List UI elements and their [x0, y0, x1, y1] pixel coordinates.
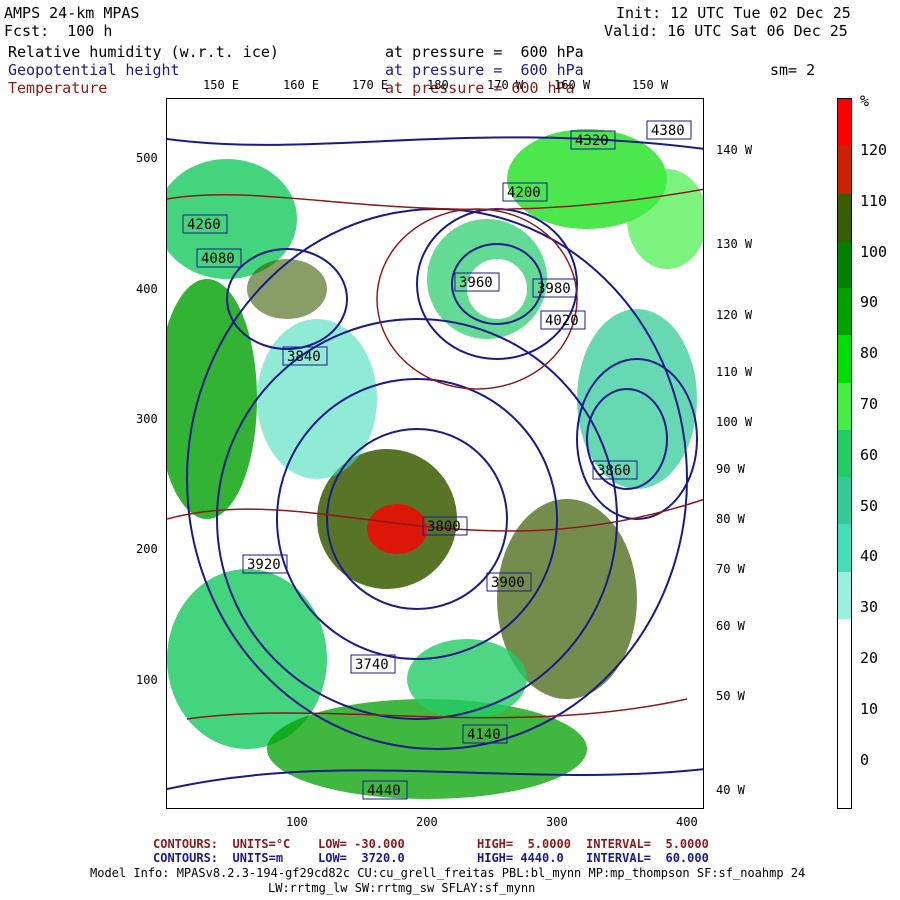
colorbar-segment: [838, 618, 851, 667]
field-rh-name: Relative humidity (w.r.t. ice): [8, 43, 279, 61]
map-plot-area: 4380 4320 4200 4260 4080 3960 3980 4020 …: [166, 98, 704, 809]
x-tick-label: 400: [676, 815, 698, 829]
top-lon-label: 170 E: [352, 78, 389, 92]
colorbar-label: 20: [860, 649, 879, 667]
x-tick-label: 300: [546, 815, 568, 829]
colorbar-segment: [838, 571, 851, 620]
colorbar-segment: [838, 193, 851, 242]
right-lon-label: 110 W: [716, 365, 753, 379]
top-lon-label: 180: [427, 78, 449, 92]
y-tick-label: 100: [136, 673, 158, 687]
y-tick-label: 400: [136, 282, 158, 296]
map-canvas: 4380 4320 4200 4260 4080 3960 3980 4020 …: [167, 99, 703, 808]
height-contour-high: HIGH= 4440.0: [477, 851, 564, 865]
colorbar-label: 60: [860, 445, 879, 464]
y-tick-label: 300: [136, 412, 158, 426]
colorbar-label: 110: [860, 191, 888, 210]
x-tick-label: 200: [416, 815, 438, 829]
top-lon-label: 160 W: [554, 78, 591, 92]
colorbar-segment: [838, 429, 851, 478]
model-title: AMPS 24-km MPAS: [4, 4, 140, 22]
field-height-level: at pressure = 600 hPa: [385, 61, 584, 79]
colorbar-label: 120: [860, 141, 888, 159]
colorbar-label: 70: [860, 395, 879, 413]
height-label: 3900: [491, 575, 525, 591]
field-rh-level: at pressure = 600 hPa: [385, 43, 584, 61]
height-label: 3740: [355, 657, 389, 673]
smoothing-label: sm= 2: [770, 61, 816, 79]
temp-contour-low: LOW= -30.000: [318, 837, 405, 851]
colorbar-segment: [838, 99, 851, 147]
colorbar-label: 90: [860, 293, 879, 312]
colorbar-segment: [838, 477, 851, 525]
colorbar-segment: [838, 713, 851, 762]
colorbar: [837, 98, 852, 809]
right-lon-label: 60 W: [716, 619, 745, 633]
height-label: 3860: [597, 463, 631, 479]
height-label: 4380: [651, 123, 685, 139]
colorbar-unit: %: [860, 92, 870, 110]
right-lon-label: 140 W: [716, 143, 753, 157]
height-label: 3800: [427, 519, 461, 535]
colorbar-label: 30: [860, 598, 879, 617]
colorbar-segment: [838, 146, 851, 195]
colorbar-label: 100: [860, 242, 888, 261]
right-lon-label: 130 W: [716, 237, 753, 251]
height-label: 3960: [459, 275, 493, 291]
y-tick-label: 500: [136, 151, 158, 165]
colorbar-label: 40: [860, 547, 879, 566]
x-tick-label: 100: [286, 815, 308, 829]
field-temp-level: at pressure = 600 hPa: [385, 79, 575, 97]
height-contour-low: LOW= 3720.0: [318, 851, 405, 865]
top-lon-label: 150 E: [203, 78, 240, 92]
height-contour-units: CONTOURS: UNITS=m: [153, 851, 284, 865]
top-lon-label: 160 E: [283, 78, 320, 92]
colorbar-label: 50: [860, 496, 879, 515]
field-temp-name: Temperature: [8, 79, 108, 97]
top-lon-label: 150 W: [632, 78, 669, 92]
right-lon-label: 100 W: [716, 415, 753, 429]
valid-time: Valid: 16 UTC Sat 06 Dec 25: [604, 22, 848, 40]
y-tick-label: 200: [136, 542, 158, 556]
model-info-2: LW:rrtmg_lw SW:rrtmg_sw SFLAY:sf_mynn: [268, 881, 536, 895]
height-label: 4260: [187, 217, 221, 233]
colorbar-segment: [838, 240, 851, 289]
colorbar-label: 80: [860, 344, 879, 363]
height-label: 4020: [545, 313, 579, 329]
right-lon-label: 80 W: [716, 512, 745, 526]
height-label: 4140: [467, 727, 501, 743]
field-height-name: Geopotential height: [8, 61, 180, 79]
height-label: 4080: [201, 251, 235, 267]
temp-contour-interval: INTERVAL= 5.0000: [586, 837, 709, 851]
right-lon-label: 70 W: [716, 562, 745, 576]
height-contour-interval: INTERVAL= 60.000: [586, 851, 709, 865]
temp-contour-units: CONTOURS: UNITS=°C: [153, 837, 291, 851]
height-label: 4200: [507, 185, 541, 201]
model-info: Model Info: MPASv8.2.3-194-gf29cd82c CU:…: [90, 866, 806, 880]
temp-contour-high: HIGH= 5.0000: [477, 837, 571, 851]
colorbar-segment: [838, 335, 851, 384]
right-lon-label: 50 W: [716, 689, 745, 703]
colorbar-segment: [838, 666, 851, 714]
height-label: 3840: [287, 349, 321, 365]
top-lon-label: 170 W: [487, 78, 524, 92]
height-label: 3980: [537, 281, 571, 297]
colorbar-segment: [838, 524, 851, 573]
height-label: 3920: [247, 557, 281, 573]
colorbar-label: 0: [860, 750, 870, 769]
colorbar-segment: [838, 760, 851, 809]
right-lon-label: 90 W: [716, 462, 745, 476]
colorbar-segment: [838, 382, 851, 431]
right-lon-label: 120 W: [716, 308, 753, 322]
forecast-hour: Fcst: 100 h: [4, 22, 113, 40]
init-time: Init: 12 UTC Tue 02 Dec 25: [616, 4, 851, 22]
height-label: 4320: [575, 133, 609, 149]
right-lon-label: 40 W: [716, 783, 745, 797]
colorbar-segment: [838, 288, 851, 336]
height-label: 4440: [367, 783, 401, 799]
colorbar-label: 10: [860, 699, 879, 718]
